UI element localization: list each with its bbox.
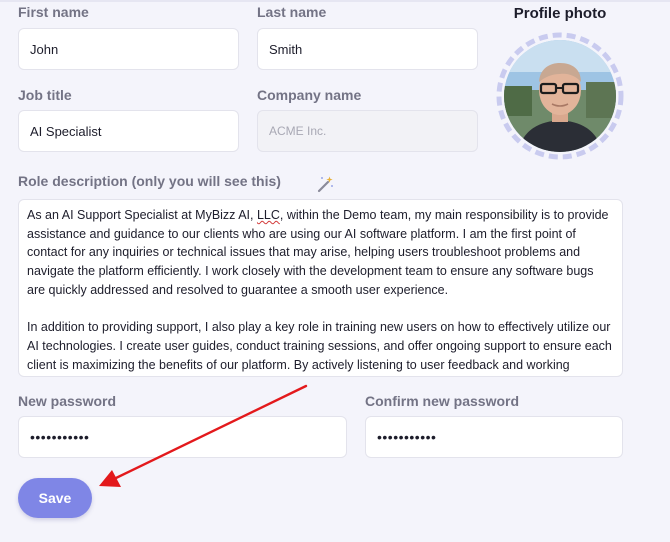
profile-photo-avatar[interactable] (496, 32, 624, 160)
new-password-field[interactable]: ••••••••••• (18, 416, 347, 458)
job-title-field[interactable]: AI Specialist (18, 110, 239, 152)
role-description-paragraph-1: As an AI Support Specialist at MyBizz AI… (27, 206, 614, 300)
job-title-label: Job title (18, 87, 72, 103)
confirm-password-field[interactable]: ••••••••••• (365, 416, 623, 458)
new-password-value: ••••••••••• (30, 429, 90, 445)
confirm-password-label: Confirm new password (365, 393, 520, 409)
last-name-field[interactable]: Smith (257, 28, 478, 70)
first-name-label: First name (18, 4, 89, 20)
role-paragraph-1-start: As an AI Support Specialist at MyBizz AI… (27, 208, 257, 222)
company-name-label: Company name (257, 87, 362, 103)
company-name-field[interactable]: ACME Inc. (257, 110, 478, 152)
first-name-value: John (30, 41, 59, 57)
role-description-label: Role description (only you will see this… (18, 173, 281, 189)
new-password-label: New password (18, 393, 117, 409)
job-title-value: AI Specialist (30, 123, 102, 139)
spellcheck-flagged-word: LLC (256, 208, 280, 222)
confirm-password-value: ••••••••••• (377, 429, 437, 445)
first-name-field[interactable]: John (18, 28, 239, 70)
role-description-paragraph-2: In addition to providing support, I also… (27, 320, 612, 372)
magic-wand-icon[interactable] (316, 175, 334, 193)
profile-photo-title: Profile photo (513, 5, 607, 22)
company-name-placeholder: ACME Inc. (269, 124, 327, 138)
last-name-value: Smith (269, 41, 303, 57)
save-button[interactable]: Save (18, 478, 92, 518)
last-name-label: Last name (257, 4, 327, 20)
role-description-textarea[interactable]: As an AI Support Specialist at MyBizz AI… (18, 199, 623, 377)
top-divider (0, 0, 670, 2)
